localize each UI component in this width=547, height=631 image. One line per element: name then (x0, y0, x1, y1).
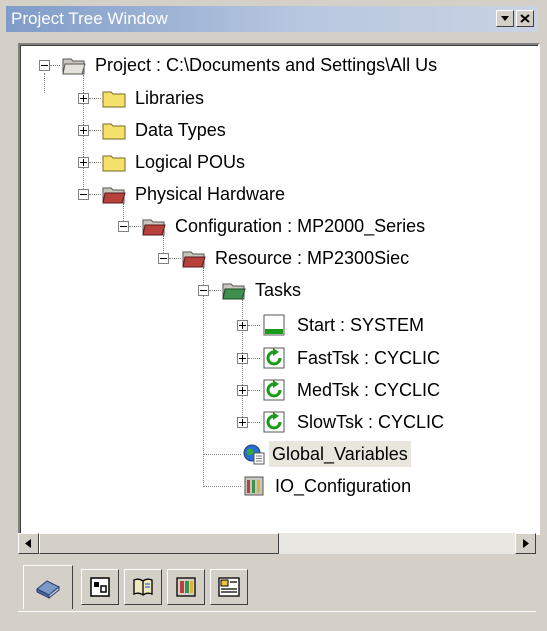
tree-connector (50, 65, 60, 66)
hardware-folder-icon (142, 219, 166, 236)
expand-toggle-slowtsk[interactable] (237, 417, 248, 428)
horizontal-scrollbar[interactable] (18, 533, 536, 554)
tree-item-label: Tasks (255, 280, 302, 300)
arrow-right-icon (523, 539, 529, 548)
library-tab-icon (133, 578, 153, 596)
tree-connector (248, 390, 260, 391)
tree-connector (248, 325, 260, 326)
tree-connector (89, 98, 101, 99)
tree-item-label: Configuration : MP2000_Series (175, 216, 426, 236)
folder-icon (102, 123, 126, 140)
tree-item-label: FastTsk : CYCLIC (297, 348, 441, 368)
tree-connector (89, 130, 101, 131)
tree-connector (44, 73, 45, 93)
tab-hardware[interactable] (167, 569, 205, 605)
collapse-toggle-configuration[interactable] (118, 221, 129, 232)
tree-item-label: MedTsk : CYCLIC (297, 380, 441, 400)
tree-connector (169, 258, 181, 259)
pou-tab-icon (90, 577, 110, 597)
folder-icon (102, 155, 126, 172)
tree-item-label: Data Types (135, 120, 226, 140)
scroll-right-button[interactable] (515, 533, 536, 554)
folder-icon (102, 91, 126, 108)
expand-toggle-logical-pous[interactable] (78, 157, 89, 168)
project-tree-window: Project Tree Window Project: C:\Documen… (3, 3, 541, 625)
tabs-divider (18, 611, 536, 612)
tab-pou[interactable] (81, 569, 119, 605)
project-tab-icon (36, 579, 60, 599)
expand-toggle-medtsk[interactable] (237, 385, 248, 396)
tree-item-label: Resource : MP2300Siec (215, 248, 410, 268)
project-tree[interactable]: Project : C:\Documents and Settings\All … (18, 43, 540, 535)
tree-item-label: Start : SYSTEM (297, 315, 425, 335)
tree-item-label: Project : C:\Documents and Settings\All … (95, 55, 438, 75)
scroll-left-button[interactable] (18, 533, 39, 554)
chevron-down-icon (501, 16, 509, 21)
tree-connector (203, 486, 241, 487)
tree-item-label: Physical Hardware (135, 184, 286, 204)
tree-item-label: IO_Configuration (275, 476, 412, 496)
cyclic-task-icon (263, 411, 285, 433)
window-title: Project Tree Window (11, 9, 168, 28)
collapse-toggle-resource[interactable] (158, 253, 169, 264)
tree-connector (248, 422, 260, 423)
tree-item-label: Libraries (135, 88, 205, 108)
tree-connector (89, 162, 101, 163)
expand-toggle-fasttsk[interactable] (237, 353, 248, 364)
scrollbar-thumb[interactable] (39, 533, 279, 554)
hardware-folder-icon (182, 251, 206, 268)
close-button[interactable] (516, 10, 534, 27)
tree-connector (203, 454, 241, 455)
expand-toggle-start[interactable] (237, 320, 248, 331)
tab-library[interactable] (124, 569, 162, 605)
collapse-toggle-physical-hardware[interactable] (78, 189, 89, 200)
system-task-icon (263, 314, 285, 336)
tree-connector (89, 194, 101, 195)
folder-open-icon (62, 58, 86, 75)
hardware-folder-icon (102, 187, 126, 204)
close-icon (520, 14, 530, 23)
dropdown-button[interactable] (496, 10, 514, 27)
tree-connector (248, 358, 260, 359)
tree-item-label: Global_Variables (269, 441, 411, 467)
collapse-toggle-project[interactable] (39, 60, 50, 71)
tree-connector (129, 226, 141, 227)
tree-item-label: SlowTsk : CYCLIC (297, 412, 445, 432)
tab-variables[interactable] (210, 569, 248, 605)
tree-connector (209, 290, 221, 291)
title-bar[interactable]: Project Tree Window (6, 6, 538, 32)
collapse-toggle-tasks[interactable] (198, 285, 209, 296)
hardware-tab-icon (176, 577, 196, 597)
cyclic-task-icon (263, 379, 285, 401)
arrow-left-icon (25, 539, 31, 548)
view-tabs (18, 561, 536, 611)
io-configuration-icon (244, 476, 264, 496)
expand-toggle-libraries[interactable] (78, 93, 89, 104)
tree-item-label: Logical POUs (135, 152, 246, 172)
cyclic-task-icon (263, 347, 285, 369)
tasks-folder-icon (222, 283, 246, 300)
expand-toggle-data-types[interactable] (78, 125, 89, 136)
variables-tab-icon (218, 577, 240, 597)
tab-project[interactable] (23, 565, 73, 609)
global-variables-icon (243, 444, 265, 465)
